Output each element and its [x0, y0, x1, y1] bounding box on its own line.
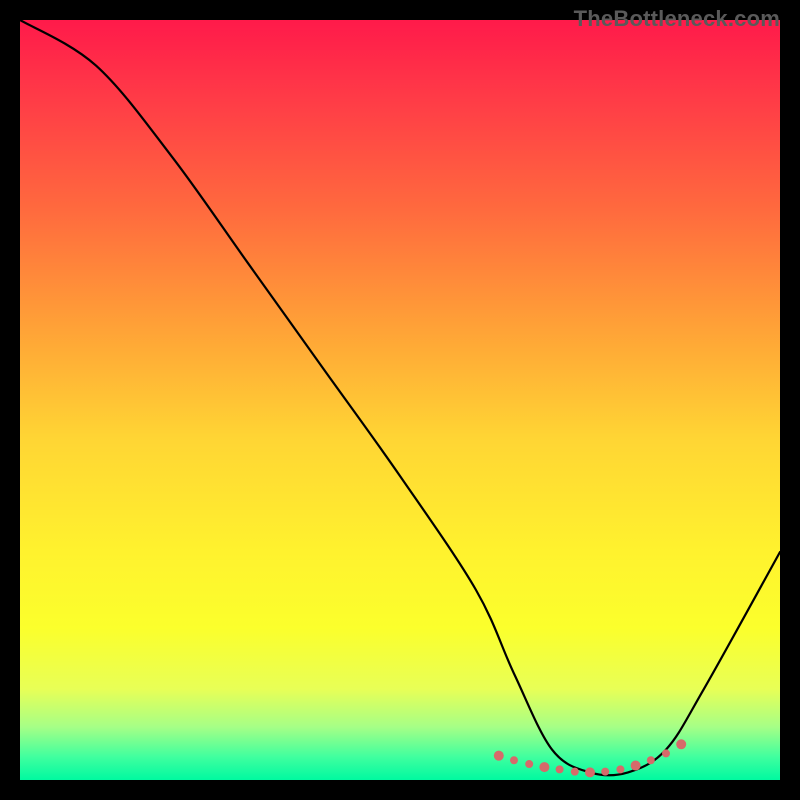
marker-dot	[662, 749, 670, 757]
marker-dot	[631, 761, 641, 771]
marker-dot	[616, 765, 624, 773]
marker-dot	[601, 768, 609, 776]
chart-svg	[20, 20, 780, 780]
marker-dot	[571, 768, 579, 776]
marker-dot	[585, 767, 595, 777]
marker-dot	[556, 765, 564, 773]
watermark-text: TheBottleneck.com	[574, 6, 780, 32]
marker-dot	[494, 751, 504, 761]
marker-dot	[510, 756, 518, 764]
chart-plot-area	[20, 20, 780, 780]
marker-dot	[539, 762, 549, 772]
marker-dot	[676, 739, 686, 749]
marker-dot	[525, 760, 533, 768]
bottleneck-curve	[20, 20, 780, 775]
marker-dot	[647, 756, 655, 764]
